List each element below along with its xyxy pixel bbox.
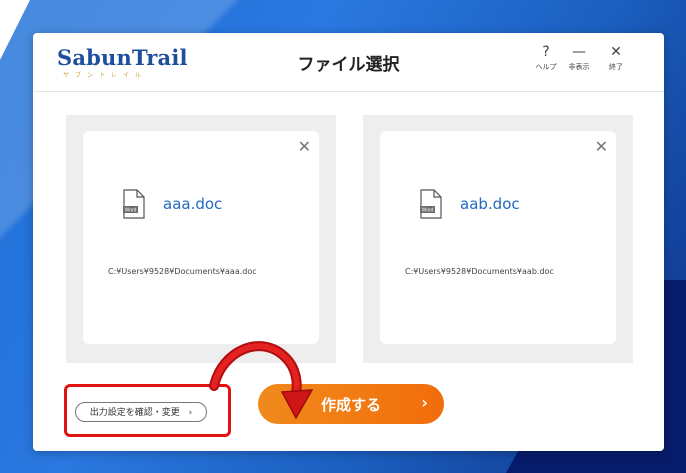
create-label: 作成する [320,396,381,414]
file-name: aaa.doc [163,195,223,213]
help-label: ヘルプ [535,63,557,71]
exit-button[interactable]: ✕ 終了 [601,43,631,72]
remove-file-icon[interactable]: ✕ [595,137,608,156]
exit-label: 終了 [609,63,623,71]
file-path: C:¥Users¥9528¥Documents¥aaa.doc [108,267,257,276]
file-card: ✕ Word aab.doc C:¥Users¥9528¥Documents¥a… [363,115,633,363]
file-card-body[interactable]: ✕ Word aab.doc C:¥Users¥9528¥Documents¥a… [380,131,616,344]
create-button[interactable]: 作成する › [258,384,444,424]
hide-label: 非表示 [568,63,590,71]
file-name: aab.doc [460,195,520,213]
word-badge-text: Word [125,208,137,214]
word-doc-icon: Word [420,189,442,219]
file-card-body[interactable]: ✕ Word aaa.doc C:¥Users¥9528¥Documents¥a… [83,131,319,344]
file-card: ✕ Word aaa.doc C:¥Users¥9528¥Documents¥a… [66,115,336,363]
close-icon: ✕ [610,44,622,60]
help-button[interactable]: ? ヘルプ [531,43,561,72]
word-badge-text: Word [422,208,434,214]
minimize-icon: — [572,44,586,60]
word-doc-icon: Word [123,189,145,219]
remove-file-icon[interactable]: ✕ [298,137,311,156]
hide-button[interactable]: — 非表示 [564,43,594,72]
help-icon: ? [542,44,550,60]
file-path: C:¥Users¥9528¥Documents¥aab.doc [405,267,554,276]
highlight-box [64,384,231,437]
title-bar: SabunTrail サブントレイル ファイル選択 ? ヘルプ — 非表示 ✕ … [33,33,664,92]
chevron-right-icon: › [421,393,428,412]
